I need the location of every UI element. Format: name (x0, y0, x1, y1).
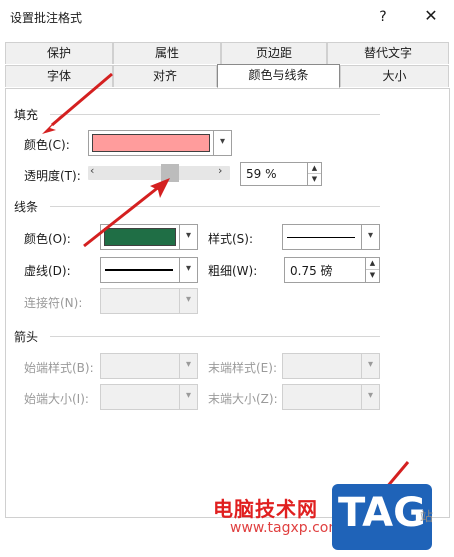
dash-dropdown[interactable]: ▾ (100, 257, 198, 283)
weight-value: 0.75 磅 (290, 264, 333, 278)
chevron-left-icon[interactable]: ‹ (90, 164, 94, 177)
transparency-label: 透明度(T): (24, 169, 81, 183)
fill-color-label: 颜色(C): (24, 138, 70, 152)
chevron-down-icon: ▾ (179, 225, 197, 249)
tab-alt-text[interactable]: 替代文字 (327, 42, 449, 64)
chevron-down-icon: ▾ (179, 385, 197, 409)
fill-color-dropdown[interactable]: ▾ (88, 130, 232, 156)
fill-separator (50, 114, 380, 115)
line-color-label: 颜色(O): (24, 232, 71, 246)
transparency-spinner[interactable]: 59 % ▲ ▼ (240, 162, 322, 186)
transparency-value: 59 % (246, 167, 277, 181)
arrows-separator (50, 336, 380, 337)
help-button[interactable]: ? (372, 6, 394, 28)
line-style-label: 样式(S): (208, 232, 254, 246)
connector-dropdown: ▾ (100, 288, 198, 314)
begin-style-dropdown: ▾ (100, 353, 198, 379)
tab-size[interactable]: 大小 (340, 65, 449, 87)
arrows-section-title: 箭头 (14, 330, 39, 344)
watermark-side-text: 站 (420, 510, 434, 525)
end-style-label: 末端样式(E): (208, 361, 277, 375)
chevron-down-icon: ▾ (361, 385, 379, 409)
line-style-dropdown[interactable]: ▾ (282, 224, 380, 250)
tab-alignment[interactable]: 对齐 (113, 65, 217, 87)
close-button[interactable]: ✕ (420, 5, 442, 27)
begin-size-dropdown: ▾ (100, 384, 198, 410)
transparency-spin-buttons: ▲ ▼ (307, 163, 321, 185)
tab-properties[interactable]: 属性 (113, 42, 221, 64)
tab-colors-lines[interactable]: 颜色与线条 (217, 64, 340, 88)
chevron-down-icon: ▾ (179, 289, 197, 313)
fill-section-title: 填充 (14, 108, 39, 122)
tab-protect[interactable]: 保护 (5, 42, 113, 64)
dialog-title: 设置批注格式 (10, 11, 83, 25)
transparency-slider-thumb[interactable] (160, 164, 179, 182)
chevron-down-icon: ▾ (361, 354, 379, 378)
watermark-site-name: 电脑技术网 (213, 497, 318, 521)
line-separator (50, 206, 380, 207)
connector-label: 连接符(N): (24, 296, 83, 310)
chevron-down-icon: ▾ (179, 258, 197, 282)
dash-preview (105, 269, 173, 271)
begin-size-label: 始端大小(I): (24, 392, 89, 406)
spin-down-icon[interactable]: ▼ (308, 174, 321, 185)
line-color-dropdown[interactable]: ▾ (100, 224, 198, 250)
fill-color-swatch (92, 134, 210, 152)
weight-spinner[interactable]: 0.75 磅 ▲ ▼ (284, 257, 380, 283)
title-bar: 设置批注格式 ? ✕ (0, 0, 454, 34)
line-color-swatch (104, 228, 176, 246)
chevron-down-icon: ▾ (213, 131, 231, 155)
line-section-title: 线条 (14, 200, 39, 214)
spin-up-icon[interactable]: ▲ (366, 258, 379, 270)
chevron-right-icon[interactable]: › (218, 164, 222, 177)
begin-style-label: 始端样式(B): (24, 361, 94, 375)
watermark-url: www.tagxp.com (230, 520, 342, 536)
dash-label: 虚线(D): (24, 264, 71, 278)
end-size-label: 末端大小(Z): (208, 392, 278, 406)
spin-up-icon[interactable]: ▲ (308, 163, 321, 174)
weight-label: 粗细(W): (208, 264, 258, 278)
chevron-down-icon: ▾ (361, 225, 379, 249)
transparency-slider[interactable] (88, 166, 230, 180)
weight-spin-buttons: ▲ ▼ (365, 258, 379, 282)
chevron-down-icon: ▾ (179, 354, 197, 378)
tab-margins[interactable]: 页边距 (221, 42, 327, 64)
watermark-logo-text: TAG (338, 490, 426, 536)
spin-down-icon[interactable]: ▼ (366, 270, 379, 282)
end-style-dropdown: ▾ (282, 353, 380, 379)
line-style-preview (287, 237, 355, 238)
end-size-dropdown: ▾ (282, 384, 380, 410)
tab-font[interactable]: 字体 (5, 65, 113, 87)
